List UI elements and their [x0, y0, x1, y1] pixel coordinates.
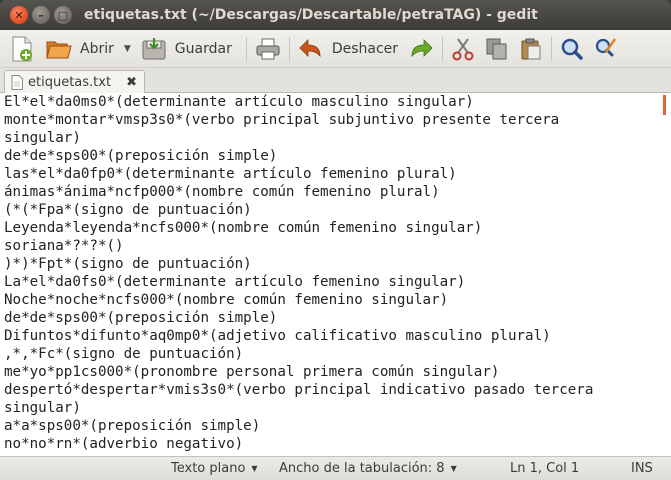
undo-button[interactable]: Deshacer — [298, 34, 398, 64]
toolbar-separator — [245, 36, 247, 61]
open-recent-dropdown-icon[interactable]: ▼ — [124, 44, 131, 54]
text-line: El*el*da0ms0*(determinante artículo masc… — [4, 94, 474, 110]
text-line: ánimas*ánima*ncfp000*(nombre común femen… — [4, 184, 440, 200]
minimize-window-button[interactable]: – — [32, 6, 50, 24]
toolbar-separator — [288, 36, 290, 61]
insert-mode-indicator: INS — [631, 461, 653, 476]
clipboard-icon — [521, 38, 541, 59]
redo-arrow-icon — [411, 38, 433, 57]
tab-etiquetas[interactable]: etiquetas.txt ✖ — [4, 70, 145, 94]
text-editor[interactable]: El*el*da0ms0*(determinante artículo masc… — [0, 93, 671, 456]
language-label: Texto plano — [171, 461, 246, 476]
search-icon — [561, 38, 583, 60]
language-dropdown-icon: ▼ — [251, 464, 258, 473]
text-line: Difuntos*difunto*aq0mp0*(adjetivo califi… — [4, 328, 551, 344]
paste-button[interactable] — [519, 34, 543, 64]
text-line: las*el*da0fp0*(determinante artículo fem… — [4, 166, 457, 182]
text-line: monte*montar*vmsp3s0*(verbo principal su… — [4, 112, 560, 128]
open-folder-icon — [46, 41, 72, 58]
text-line: La*el*da0fs0*(determinante artículo feme… — [4, 274, 466, 290]
toolbar-separator — [442, 36, 444, 61]
text-line: (*(*Fpa*(signo de puntuación) — [4, 202, 252, 218]
title-bar: ✕ – □ etiquetas.txt (~/Descargas/Descart… — [0, 0, 671, 30]
text-line: Leyenda*leyenda*ncfs000*(nombre común fe… — [4, 220, 483, 236]
tab-label: etiquetas.txt — [28, 75, 112, 90]
tab-width-selector[interactable]: Ancho de la tabulación: 8 ▼ — [279, 461, 457, 476]
status-bar: Texto plano ▼ Ancho de la tabulación: 8 ▼ … — [0, 456, 671, 480]
close-tab-icon[interactable]: ✖ — [126, 75, 137, 90]
close-window-button[interactable]: ✕ — [10, 6, 28, 24]
text-line: ,*,*Fc*(signo de puntuación) — [4, 346, 244, 362]
toolbar: Abrir ▼ Guardar Deshacer — [0, 30, 671, 68]
new-document-button[interactable] — [10, 34, 34, 64]
new-document-icon — [12, 36, 32, 61]
undo-arrow-icon — [299, 38, 321, 57]
text-line: no*no*rn*(adverbio negativo) — [4, 436, 244, 452]
text-line: a*a*sps00*(preposición simple) — [4, 418, 261, 434]
text-line: Noche*noche*ncfs000*(nombre común femeni… — [4, 292, 449, 308]
tab-width-dropdown-icon: ▼ — [450, 464, 457, 473]
save-icon — [142, 37, 166, 59]
text-line: de*de*sps00*(preposición simple) — [4, 148, 278, 164]
window-title: etiquetas.txt (~/Descargas/Descartable/p… — [84, 7, 538, 23]
replace-button[interactable] — [594, 34, 618, 64]
language-selector[interactable]: Texto plano ▼ — [171, 461, 258, 476]
open-label: Abrir — [80, 40, 114, 57]
copy-icon — [486, 38, 507, 59]
search-replace-icon — [595, 37, 617, 56]
save-button[interactable]: Guardar — [141, 34, 232, 64]
text-line: soriana*?*?*() — [4, 238, 124, 254]
text-line: singular) — [4, 400, 81, 416]
document-tab-bar: etiquetas.txt ✖ — [0, 68, 671, 94]
text-line: me*yo*pp1cs000*(pronombre personal prime… — [4, 364, 500, 380]
window-controls: ✕ – □ — [10, 6, 72, 24]
save-label: Guardar — [174, 40, 232, 57]
text-file-icon — [11, 75, 23, 90]
scroll-indicator[interactable] — [663, 95, 666, 115]
text-line: despertó*despertar*vmis3s0*(verbo princi… — [4, 382, 594, 398]
redo-button[interactable] — [408, 34, 434, 64]
editor-content[interactable]: El*el*da0ms0*(determinante artículo masc… — [4, 93, 660, 453]
text-line: )*)*Fpt*(signo de puntuación) — [4, 256, 252, 272]
text-line: singular) — [4, 130, 81, 146]
search-button[interactable] — [560, 34, 584, 64]
printer-icon — [256, 38, 280, 59]
scissors-icon — [452, 37, 474, 60]
undo-label: Deshacer — [331, 40, 399, 57]
print-button[interactable] — [255, 34, 281, 64]
tab-width-label: Ancho de la tabulación: 8 — [279, 461, 445, 476]
text-line: de*de*sps00*(preposición simple) — [4, 310, 278, 326]
maximize-window-button[interactable]: □ — [54, 6, 72, 24]
cursor-position: Ln 1, Col 1 — [510, 461, 580, 476]
cut-button[interactable] — [451, 34, 475, 64]
toolbar-separator — [551, 36, 553, 61]
open-button[interactable]: Abrir ▼ — [46, 34, 135, 64]
copy-button[interactable] — [485, 34, 509, 64]
